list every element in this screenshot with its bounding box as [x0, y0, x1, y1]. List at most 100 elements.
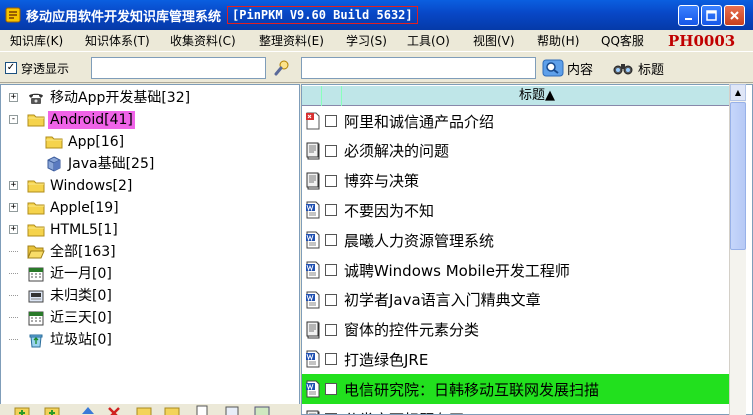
search-toolbar: ✓ 穿透显示 内容 标题: [0, 53, 753, 83]
edit-icon[interactable]: [224, 405, 240, 415]
tree-item[interactable]: + Apple[19]: [9, 197, 121, 218]
app-window: 移动应用软件开发知识库管理系统 [PinPKM V9.60 Build 5632…: [0, 0, 753, 415]
list-row[interactable]: 窗体的控件元素分类: [302, 315, 732, 345]
menu-tools[interactable]: 工具(O): [407, 32, 450, 50]
row-checkbox[interactable]: [325, 144, 337, 157]
row-title: 博弈与决策: [344, 172, 420, 191]
menu-organize[interactable]: 整理资料(E): [259, 32, 324, 50]
row-checkbox[interactable]: [325, 204, 337, 217]
row-checkbox[interactable]: [325, 174, 337, 187]
expand-icon[interactable]: +: [9, 181, 18, 190]
tree-item-label: Windows[2]: [50, 177, 133, 194]
row-title: 分类方面标题有正: [344, 409, 464, 415]
close-button[interactable]: [724, 5, 745, 26]
menu-collect[interactable]: 收集资料(C): [170, 32, 236, 50]
menu-study[interactable]: 学习(S): [346, 32, 387, 50]
menu-qq-service[interactable]: QQ客服: [601, 32, 644, 50]
tree-item[interactable]: + Windows[2]: [9, 175, 134, 196]
move-up-icon[interactable]: [80, 405, 96, 415]
title-bar[interactable]: 移动应用软件开发知识库管理系统 [PinPKM V9.60 Build 5632…: [0, 0, 753, 30]
expand-icon[interactable]: +: [9, 225, 18, 234]
search-content-label: 内容: [567, 62, 594, 78]
binoculars-icon: [613, 64, 633, 75]
menu-view[interactable]: 视图(V): [473, 32, 515, 50]
document-icon[interactable]: [194, 405, 210, 415]
list-row[interactable]: 不要因为不知: [302, 195, 732, 225]
header-title-column[interactable]: 标题▲: [342, 86, 732, 105]
expand-icon[interactable]: +: [9, 93, 18, 102]
menu-knowledge-base[interactable]: 知识库(K): [10, 32, 63, 50]
header-check-column[interactable]: [322, 86, 342, 106]
folder-open-icon[interactable]: [136, 405, 152, 415]
maximize-button[interactable]: [701, 5, 722, 26]
delete-icon[interactable]: [106, 405, 122, 415]
list-row[interactable]: 初学者Java语言入门精典文章: [302, 285, 732, 315]
tree-item[interactable]: 垃圾站[0]: [9, 329, 114, 350]
list-header: 标题▲: [302, 86, 732, 106]
row-checkbox[interactable]: [325, 323, 337, 336]
tree-find-button[interactable]: [271, 58, 293, 78]
row-checkbox[interactable]: [325, 383, 337, 396]
tree-item-label: 未归类[0]: [50, 287, 112, 304]
search-content-button[interactable]: 内容: [542, 57, 593, 79]
row-checkbox[interactable]: [325, 234, 337, 247]
list-scrollbar[interactable]: ▲: [729, 84, 746, 415]
tree-item[interactable]: 未归类[0]: [9, 285, 114, 306]
expand-icon[interactable]: +: [9, 203, 18, 212]
tree-item-label: 近三天[0]: [50, 309, 112, 326]
search-title-button[interactable]: 标题: [613, 57, 664, 79]
document-list[interactable]: 标题▲ 阿里和诚信通产品介绍 必须解决的问题博弈与决策不要因为不知 晨曦人力资源管理…: [301, 84, 753, 415]
tree-item[interactable]: + HTML5[1]: [9, 219, 120, 240]
folder-icon[interactable]: [164, 405, 180, 415]
folder-icon: [27, 178, 45, 194]
collapse-icon[interactable]: -: [9, 115, 18, 124]
add-folder-icon[interactable]: [14, 405, 30, 415]
note-doc-icon: [305, 410, 321, 414]
row-title: 初学者Java语言入门精典文章: [344, 291, 541, 310]
folder-icon: [27, 200, 45, 216]
scroll-thumb[interactable]: [730, 102, 746, 250]
image-icon[interactable]: [254, 405, 270, 415]
row-checkbox[interactable]: [325, 264, 337, 276]
list-row[interactable]: 必须解决的问题: [302, 136, 732, 166]
list-row[interactable]: 电信研究院：日韩移动互联网发展扫描: [302, 374, 732, 405]
list-row[interactable]: 分类方面标题有正: [302, 404, 732, 415]
menu-knowledge-system[interactable]: 知识体系(T): [85, 32, 150, 50]
transparent-checkbox[interactable]: ✓: [5, 62, 17, 74]
tree-item[interactable]: App[16]: [45, 131, 126, 152]
note-doc-icon: [305, 142, 321, 160]
row-title: 打造绿色JRE: [344, 350, 429, 369]
list-row[interactable]: 打造绿色JRE: [302, 344, 732, 374]
calendar-icon: [27, 310, 45, 326]
minimize-icon: [684, 17, 692, 20]
header-icon-column[interactable]: [302, 86, 322, 106]
tree-item[interactable]: - Android[41]: [9, 109, 135, 130]
tree-item-label: 垃圾站[0]: [50, 331, 112, 348]
tree-item-label: HTML5[1]: [50, 221, 118, 238]
row-checkbox[interactable]: [325, 293, 337, 306]
word-doc-icon: [305, 291, 321, 309]
tree-item[interactable]: + 移动App开发基础[32]: [9, 87, 192, 108]
minimize-button[interactable]: [678, 5, 699, 26]
tree-item-label: 移动App开发基础[32]: [50, 89, 191, 106]
category-tree[interactable]: + 移动App开发基础[32] - Android[41] App[16] Java基础[…: [0, 84, 300, 406]
list-row[interactable]: 博弈与决策: [302, 166, 732, 196]
scroll-up-button[interactable]: ▲: [730, 84, 746, 101]
menu-help[interactable]: 帮助(H): [537, 32, 579, 50]
tree-item-label: 近一月[0]: [50, 265, 112, 282]
cube-icon: [45, 155, 63, 172]
tree-item[interactable]: 全部[163]: [9, 241, 118, 262]
tree-filter-input[interactable]: [91, 57, 266, 79]
add-subfolder-icon[interactable]: [44, 405, 60, 415]
list-row[interactable]: 晨曦人力资源管理系统: [302, 225, 732, 255]
search-input[interactable]: [301, 57, 536, 79]
recycle-icon: [27, 332, 45, 348]
list-row[interactable]: 阿里和诚信通产品介绍: [302, 106, 732, 136]
tree-item[interactable]: 近三天[0]: [9, 307, 114, 328]
row-checkbox[interactable]: [325, 353, 337, 366]
list-row[interactable]: 诚聘Windows Mobile开发工程师: [302, 255, 732, 285]
tree-item[interactable]: Java基础[25]: [45, 153, 156, 174]
tree-item[interactable]: 近一月[0]: [9, 263, 114, 284]
row-checkbox[interactable]: [325, 115, 337, 127]
tree-item-label: 全部[163]: [50, 243, 116, 260]
